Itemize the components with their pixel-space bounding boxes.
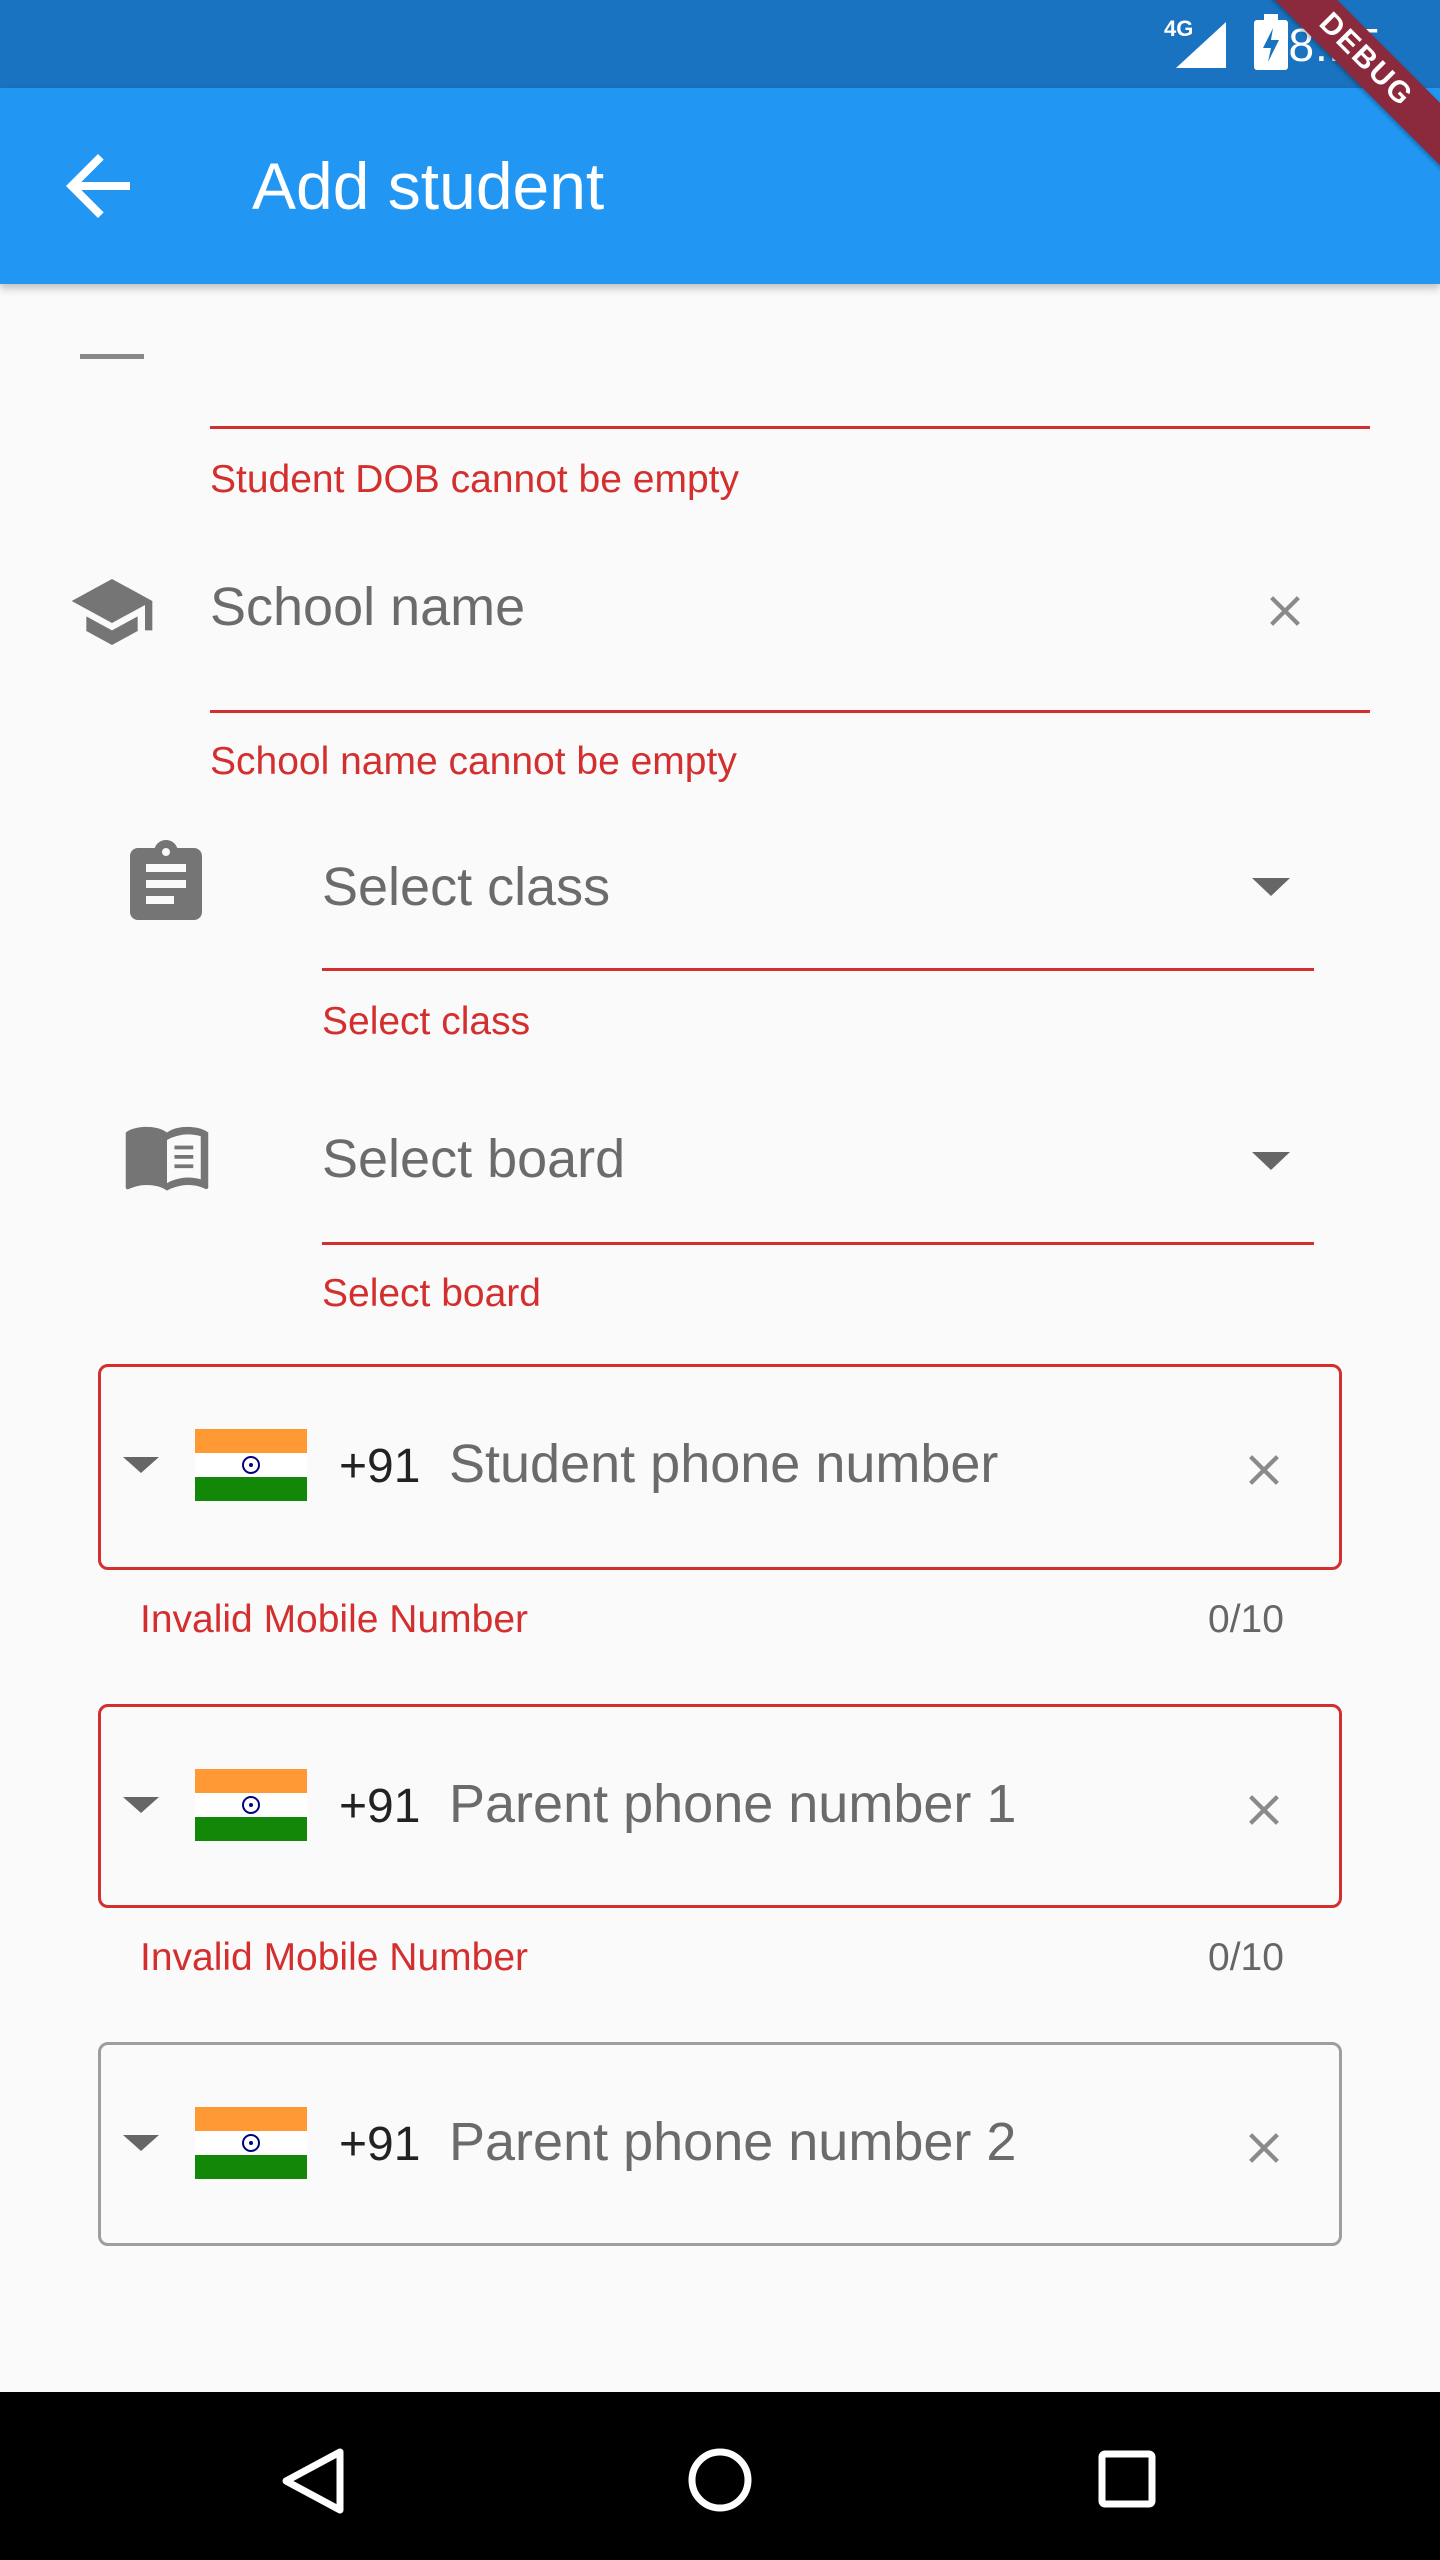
india-flag-icon[interactable] <box>195 2107 307 2179</box>
status-bar: 4G 8:15 DEBUG <box>0 0 1440 196</box>
country-dropdown-icon[interactable] <box>121 1453 161 1477</box>
dropdown-arrow-icon[interactable] <box>1248 1146 1294 1176</box>
school-name-error: School name cannot be empty <box>210 740 737 783</box>
student-phone-counter: 0/10 <box>1208 1598 1284 1641</box>
nav-home-icon[interactable] <box>686 2446 754 2514</box>
parent-phone-1-counter: 0/10 <box>1208 1936 1284 1979</box>
school-name-input[interactable]: School name <box>210 576 525 638</box>
parent-phone-1-field[interactable]: +91 Parent phone number 1 <box>98 1704 1342 1908</box>
dob-field-prefix <box>80 354 144 359</box>
select-board-error: Select board <box>322 1272 541 1315</box>
signal-icon <box>1176 22 1226 68</box>
book-icon <box>125 1126 209 1191</box>
assignment-icon <box>130 840 202 920</box>
page-title: Add student <box>252 149 605 223</box>
system-nav-bar <box>0 2392 1440 2560</box>
debug-banner: DEBUG <box>1240 0 1440 196</box>
student-phone-field[interactable]: +91 Student phone number <box>98 1364 1342 1570</box>
select-board-dropdown[interactable]: Select board <box>322 1128 625 1190</box>
country-dropdown-icon[interactable] <box>121 1793 161 1817</box>
india-flag-icon[interactable] <box>195 1429 307 1501</box>
country-code: +91 <box>339 2118 421 2171</box>
nav-recents-icon[interactable] <box>1096 2448 1158 2510</box>
dropdown-arrow-icon[interactable] <box>1248 872 1294 902</box>
parent-phone-1-input[interactable]: Parent phone number 1 <box>449 1773 1016 1835</box>
parent-phone-1-error: Invalid Mobile Number <box>140 1936 529 1979</box>
clear-icon[interactable] <box>1241 1447 1287 1493</box>
parent-phone-2-input[interactable]: Parent phone number 2 <box>449 2111 1016 2173</box>
select-board-underline <box>322 1242 1314 1245</box>
dob-field-underline[interactable] <box>210 426 1370 429</box>
india-flag-icon[interactable] <box>195 1769 307 1841</box>
country-code: +91 <box>339 1780 421 1833</box>
country-dropdown-icon[interactable] <box>121 2131 161 2155</box>
dob-error: Student DOB cannot be empty <box>210 458 739 501</box>
parent-phone-2-field[interactable]: +91 Parent phone number 2 <box>98 2042 1342 2246</box>
clear-icon[interactable] <box>1241 1787 1287 1833</box>
nav-back-icon[interactable] <box>278 2446 348 2516</box>
school-name-underline <box>210 710 1370 713</box>
select-class-dropdown[interactable]: Select class <box>322 856 610 918</box>
student-phone-input[interactable]: Student phone number <box>449 1433 998 1495</box>
student-phone-error: Invalid Mobile Number <box>140 1598 529 1641</box>
clear-icon[interactable] <box>1262 588 1308 634</box>
school-icon <box>71 579 153 645</box>
select-class-error: Select class <box>322 1000 531 1043</box>
back-button[interactable] <box>50 138 146 234</box>
app-bar: Add student <box>0 88 1440 284</box>
country-code: +91 <box>339 1440 421 1493</box>
arrow-back-icon <box>66 154 130 218</box>
select-class-underline <box>322 968 1314 971</box>
clear-icon[interactable] <box>1241 2125 1287 2171</box>
